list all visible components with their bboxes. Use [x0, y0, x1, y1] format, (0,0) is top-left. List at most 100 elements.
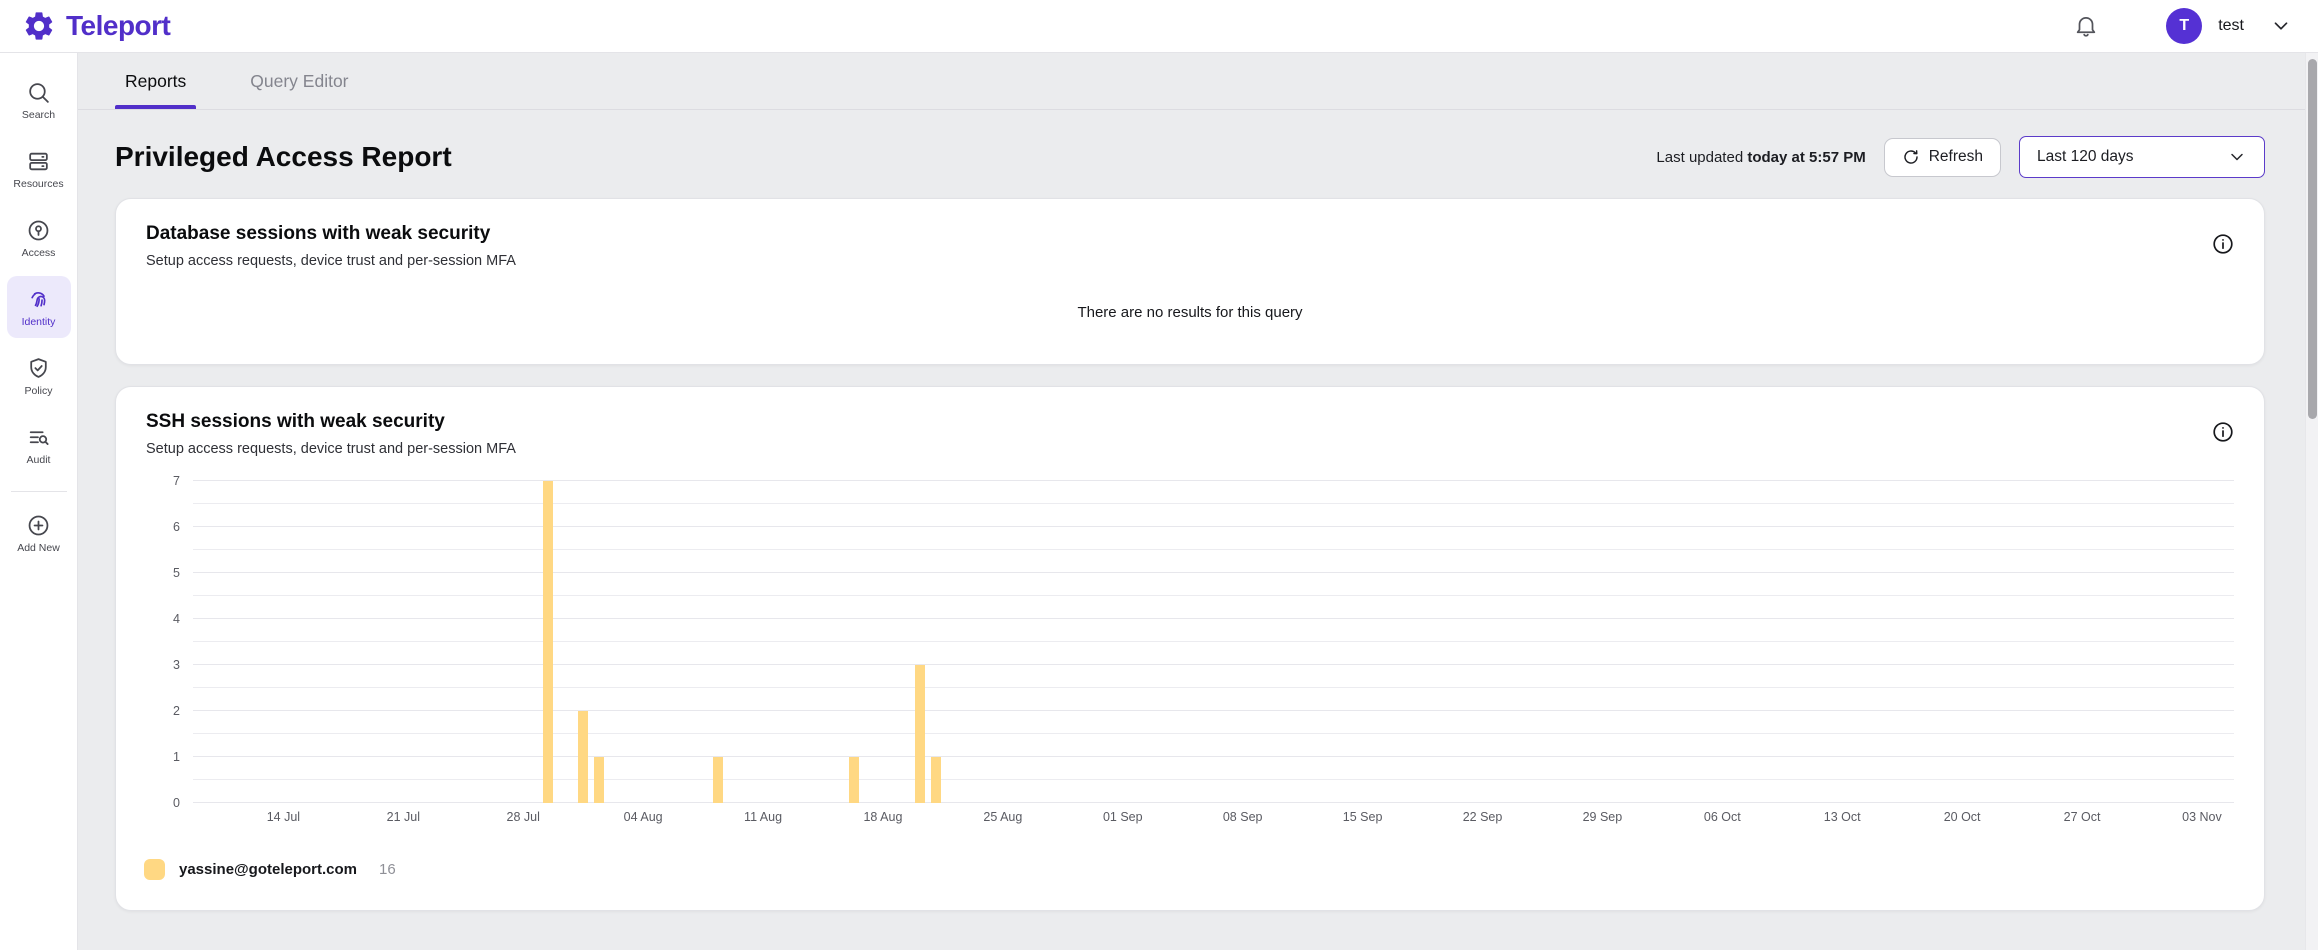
info-icon	[2211, 420, 2235, 444]
vertical-scrollbar-thumb[interactable]	[2308, 59, 2317, 419]
gridline	[193, 779, 2234, 780]
username: test	[2218, 17, 2244, 35]
info-button[interactable]	[2210, 232, 2236, 258]
gridline	[193, 480, 2234, 481]
notifications-button[interactable]	[2066, 6, 2106, 46]
sidebar-item-search[interactable]: Search	[7, 69, 71, 131]
gridline	[193, 756, 2234, 757]
card-subtitle: Setup access requests, device trust and …	[146, 253, 2234, 269]
chart-bar[interactable]	[578, 711, 588, 803]
chevron-down-icon	[2270, 15, 2292, 37]
y-axis-tick-label: 2	[173, 704, 180, 718]
chart-bar[interactable]	[931, 757, 941, 803]
main-content: Reports Query Editor Privileged Access R…	[78, 53, 2318, 950]
last-updated-text: Last updated today at 5:57 PM	[1656, 149, 1865, 166]
refresh-button[interactable]: Refresh	[1884, 138, 2001, 177]
sidebar-item-resources[interactable]: Resources	[7, 138, 71, 200]
refresh-icon	[1902, 148, 1920, 166]
empty-results-message: There are no results for this query	[146, 304, 2234, 321]
fingerprint-icon	[26, 287, 51, 312]
brand-name: Teleport	[66, 10, 170, 42]
legend-series-name: yassine@goteleport.com	[179, 861, 357, 878]
y-axis-tick-label: 3	[173, 658, 180, 672]
gridline	[193, 526, 2234, 527]
chart-bar[interactable]	[594, 757, 604, 803]
x-axis-tick-label: 22 Sep	[1463, 810, 1503, 824]
x-axis-tick-label: 11 Aug	[744, 810, 782, 824]
date-range-dropdown[interactable]: Last 120 days	[2019, 136, 2265, 178]
sidebar-divider	[11, 491, 67, 492]
plus-circle-icon	[26, 513, 51, 538]
x-axis-tick-label: 20 Oct	[1944, 810, 1981, 824]
sidebar-item-label: Access	[22, 247, 56, 259]
y-axis-tick-label: 6	[173, 520, 180, 534]
x-axis: 14 Jul21 Jul28 Jul04 Aug11 Aug18 Aug25 A…	[193, 810, 2234, 832]
chevron-down-icon	[2227, 147, 2247, 167]
shield-check-icon	[26, 356, 51, 381]
sidebar-item-policy[interactable]: Policy	[7, 345, 71, 407]
sidebar-item-label: Search	[22, 109, 55, 121]
chart-bar[interactable]	[713, 757, 723, 803]
card-database-sessions: Database sessions with weak security Set…	[115, 198, 2265, 365]
x-axis-tick-label: 29 Sep	[1583, 810, 1623, 824]
card-ssh-sessions: SSH sessions with weak security Setup ac…	[115, 386, 2265, 911]
vertical-scrollbar-track[interactable]	[2305, 53, 2318, 950]
x-axis-tick-label: 03 Nov	[2182, 810, 2222, 824]
bar-chart-plot: 01234567	[193, 473, 2234, 803]
x-axis-tick-label: 13 Oct	[1824, 810, 1861, 824]
search-icon	[26, 80, 51, 105]
info-icon	[2211, 232, 2235, 256]
bar-chart: 01234567 14 Jul21 Jul28 Jul04 Aug11 Aug1…	[146, 473, 2234, 832]
y-axis-tick-label: 1	[173, 750, 180, 764]
sidebar-item-add-new[interactable]: Add New	[7, 502, 71, 564]
chart-bar[interactable]	[915, 665, 925, 803]
sidebar-item-label: Policy	[24, 385, 52, 397]
tab-query-editor[interactable]: Query Editor	[240, 53, 358, 109]
x-axis-tick-label: 08 Sep	[1223, 810, 1263, 824]
gridline	[193, 687, 2234, 688]
page-title: Privileged Access Report	[115, 141, 452, 173]
gridline	[193, 641, 2234, 642]
sidebar-item-label: Resources	[13, 178, 63, 190]
info-button[interactable]	[2210, 420, 2236, 446]
x-axis-tick-label: 25 Aug	[983, 810, 1022, 824]
x-axis-tick-label: 04 Aug	[624, 810, 663, 824]
audit-log-icon	[26, 425, 51, 450]
user-avatar[interactable]: T	[2166, 8, 2202, 44]
y-axis-tick-label: 5	[173, 566, 180, 580]
servers-icon	[26, 149, 51, 174]
chart-bar[interactable]	[543, 481, 553, 803]
card-title: Database sessions with weak security	[146, 223, 2234, 245]
date-range-value: Last 120 days	[2037, 148, 2134, 166]
tab-reports[interactable]: Reports	[115, 53, 196, 109]
gridline	[193, 618, 2234, 619]
gridline	[193, 664, 2234, 665]
sidebar-item-label: Add New	[17, 542, 60, 554]
legend-swatch	[144, 859, 165, 880]
sidebar-item-audit[interactable]: Audit	[7, 414, 71, 476]
y-axis-tick-label: 4	[173, 612, 180, 626]
sidebar-item-access[interactable]: Access	[7, 207, 71, 269]
x-axis-tick-label: 01 Sep	[1103, 810, 1143, 824]
sidebar-item-label: Identity	[22, 316, 56, 328]
chart-bar[interactable]	[849, 757, 859, 803]
x-axis-tick-label: 06 Oct	[1704, 810, 1741, 824]
x-axis-tick-label: 27 Oct	[2064, 810, 2101, 824]
x-axis-tick-label: 28 Jul	[507, 810, 540, 824]
bell-icon	[2073, 13, 2099, 39]
gridline	[193, 503, 2234, 504]
teleport-gear-icon	[22, 9, 56, 43]
gridline	[193, 710, 2234, 711]
sidebar-item-identity[interactable]: Identity	[7, 276, 71, 338]
gridline	[193, 802, 2234, 803]
x-axis-tick-label: 18 Aug	[863, 810, 902, 824]
user-menu-button[interactable]	[2270, 15, 2292, 37]
top-bar: Teleport T test	[0, 0, 2318, 53]
gridline	[193, 572, 2234, 573]
y-axis-tick-label: 0	[173, 796, 180, 810]
tab-bar: Reports Query Editor	[78, 53, 2318, 110]
teleport-logo[interactable]: Teleport	[22, 9, 170, 43]
legend-series-count: 16	[379, 861, 396, 878]
gridline	[193, 595, 2234, 596]
y-axis-tick-label: 7	[173, 474, 180, 488]
